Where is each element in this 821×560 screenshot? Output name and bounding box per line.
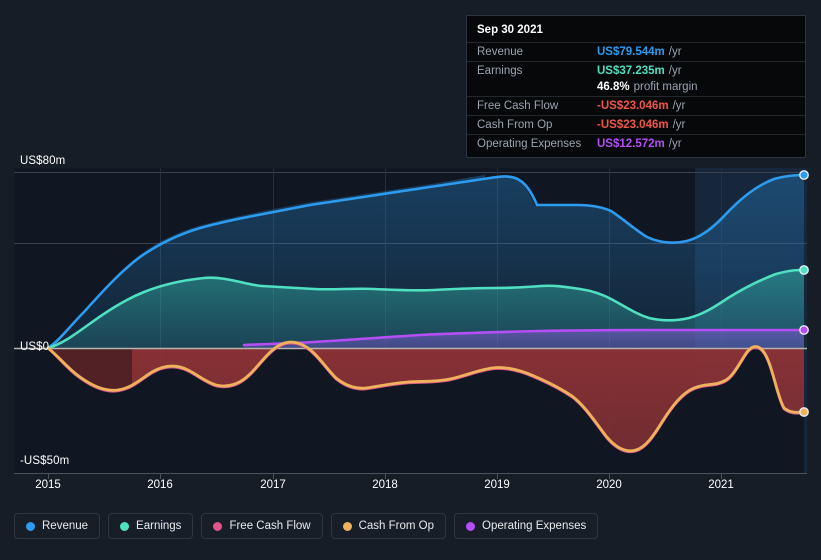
x-axis-label-2020: 2020 — [596, 479, 622, 491]
x-axis-label-2018: 2018 — [372, 479, 398, 491]
tooltip-row-earnings: Earnings US$37.235m /yr — [467, 61, 805, 80]
operating-expenses-endpoint-dot — [799, 325, 809, 335]
tooltip-value-free-cash-flow: -US$23.046m — [597, 100, 669, 112]
revenue-endpoint-dot — [799, 170, 809, 180]
tooltip-label-free-cash-flow: Free Cash Flow — [477, 100, 559, 112]
chart-legend: Revenue Earnings Free Cash Flow Cash Fro… — [14, 513, 599, 539]
tooltip-row-revenue: Revenue US$79.544m /yr — [467, 42, 805, 61]
cash-from-op-endpoint-dot — [799, 407, 809, 417]
y-axis-label-bottom: -US$50m — [20, 455, 70, 467]
tooltip-label-operating-expenses: Operating Expenses — [477, 138, 582, 150]
legend-label-earnings: Earnings — [136, 520, 182, 532]
x-axis-label-2017: 2017 — [260, 479, 286, 491]
tooltip-unit-free-cash-flow: /yr — [672, 100, 686, 112]
legend-label-operating-expenses: Operating Expenses — [482, 520, 587, 532]
legend-item-earnings[interactable]: Earnings — [108, 513, 194, 539]
x-axis-label-2021: 2021 — [708, 479, 734, 491]
legend-item-free-cash-flow[interactable]: Free Cash Flow — [201, 513, 323, 539]
tooltip-value-revenue: US$79.544m — [597, 46, 665, 58]
tooltip-unit-cash-from-op: /yr — [672, 119, 686, 131]
dot-icon — [26, 521, 35, 531]
tooltip-label-revenue: Revenue — [477, 46, 524, 58]
tooltip-row-operating-expenses: Operating Expenses US$12.572m /yr — [467, 134, 805, 153]
tooltip-value-profit-margin: 46.8% — [597, 81, 630, 93]
legend-label-cash-from-op: Cash From Op — [358, 520, 435, 532]
legend-item-revenue[interactable]: Revenue — [14, 513, 101, 539]
dot-icon — [120, 521, 130, 531]
tooltip-label-cash-from-op: Cash From Op — [477, 119, 553, 131]
x-axis-label-2019: 2019 — [484, 479, 510, 491]
x-axis-label-2015: 2015 — [35, 479, 61, 491]
legend-item-cash-from-op[interactable]: Cash From Op — [330, 513, 447, 539]
x-axis-labels: 2015 2016 2017 2018 2019 2020 2021 — [0, 479, 821, 499]
financial-chart: US$80m US$0 -US$50m 2015 2016 2017 2018 … — [0, 0, 821, 560]
dot-icon — [466, 521, 476, 531]
tooltip-unit-revenue: /yr — [668, 46, 682, 58]
tooltip-label-earnings: Earnings — [477, 65, 523, 77]
tooltip-value-cash-from-op: -US$23.046m — [597, 119, 669, 131]
x-axis-label-2016: 2016 — [147, 479, 173, 491]
tooltip-row-profit-margin: 46.8% profit margin — [467, 80, 805, 96]
legend-item-operating-expenses[interactable]: Operating Expenses — [454, 513, 599, 539]
tooltip-date: Sep 30 2021 — [477, 24, 543, 36]
y-axis-label-top: US$80m — [20, 155, 66, 167]
y-axis-label-zero: US$0 — [20, 341, 50, 353]
tooltip-unit-earnings: /yr — [668, 65, 682, 77]
earnings-endpoint-dot — [799, 265, 809, 275]
dot-icon — [213, 521, 223, 531]
tooltip-value-earnings: US$37.235m — [597, 65, 665, 77]
tooltip-row-free-cash-flow: Free Cash Flow -US$23.046m /yr — [467, 96, 805, 115]
legend-label-free-cash-flow: Free Cash Flow — [229, 520, 311, 532]
dot-icon — [342, 521, 352, 531]
tooltip-unit-profit-margin: profit margin — [633, 81, 698, 93]
chart-tooltip: Sep 30 2021 Revenue US$79.544m /yr Earni… — [466, 15, 806, 158]
tooltip-value-operating-expenses: US$12.572m — [597, 138, 665, 150]
tooltip-unit-operating-expenses: /yr — [668, 138, 682, 150]
legend-label-revenue: Revenue — [42, 520, 89, 532]
tooltip-row-cash-from-op: Cash From Op -US$23.046m /yr — [467, 115, 805, 134]
